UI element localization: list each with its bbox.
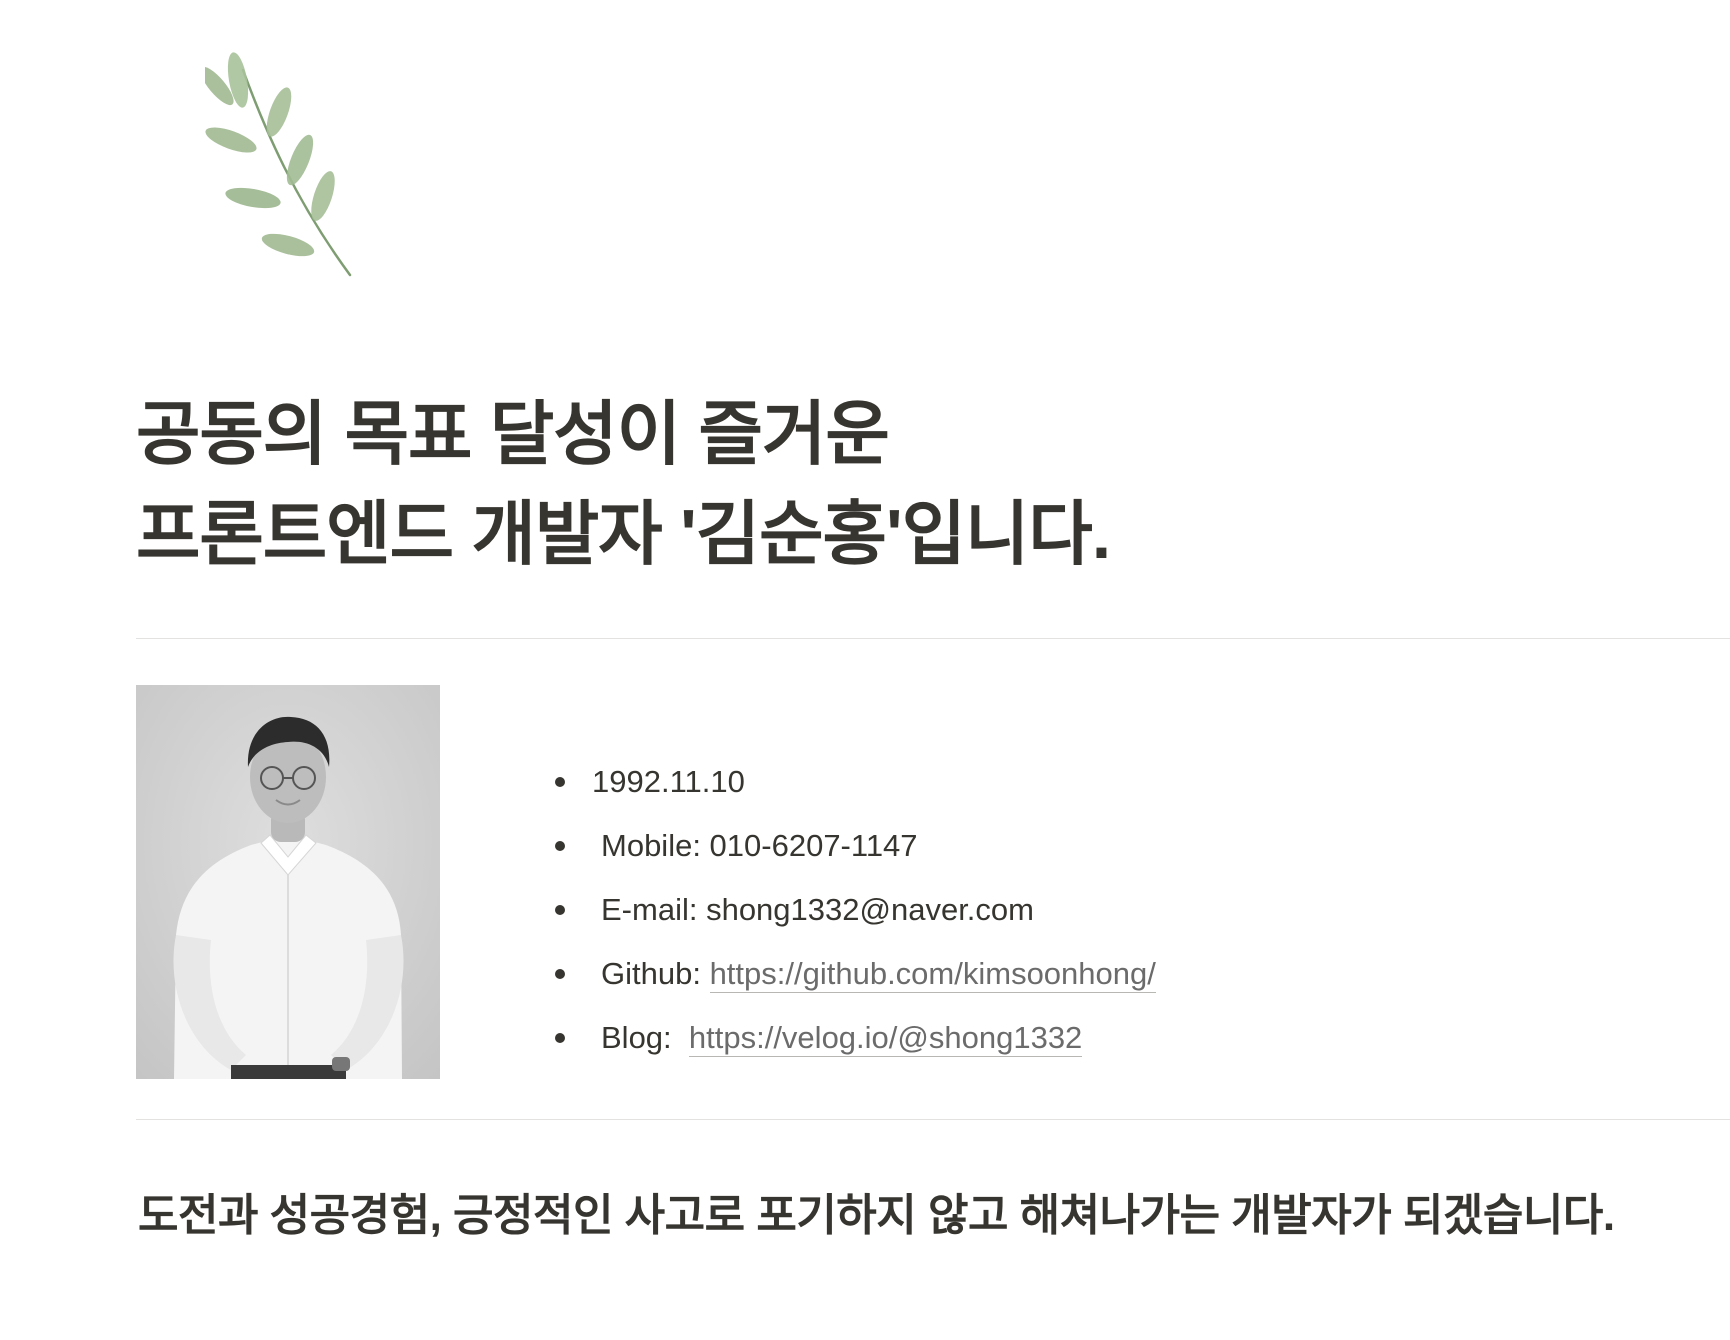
divider-top: [136, 638, 1730, 639]
mobile-value: 010-6207-1147: [709, 828, 918, 863]
email-label: E-mail:: [601, 892, 707, 927]
birthdate-text: 1992.11.10: [592, 764, 745, 799]
divider-bottom: [136, 1119, 1730, 1120]
bullet-icon: [555, 1033, 565, 1043]
page-title-line-1: 공동의 목표 달성이 즐거운: [136, 395, 890, 473]
github-label: Github:: [601, 956, 710, 991]
email-text: E-mail: shong1332@naver.com: [601, 878, 1034, 942]
page-title: 공동의 목표 달성이 즐거운 프론트엔드 개발자 '김순홍'입니다.: [136, 384, 1586, 584]
bullet-icon: [555, 969, 565, 979]
email-value: shong1332@naver.com: [706, 892, 1034, 927]
bullet-icon: [555, 905, 565, 915]
github-link[interactable]: https://github.com/kimsoonhong/: [709, 956, 1156, 993]
page-title-line-2: 프론트엔드 개발자 '김순홍'입니다.: [136, 495, 1111, 573]
resume-page: 공동의 목표 달성이 즐거운 프론트엔드 개발자 '김순홍'입니다. 1992.…: [0, 0, 1730, 1340]
mobile-label: Mobile:: [601, 828, 710, 863]
leaf-branch-icon: [205, 50, 365, 280]
blog-text: Blog: https://velog.io/@shong1332: [601, 1006, 1083, 1070]
github-text: Github: https://github.com/kimsoonhong/: [601, 942, 1156, 1006]
mobile-text: Mobile: 010-6207-1147: [601, 814, 918, 878]
profile-photo: [136, 685, 440, 1079]
bullet-icon: [555, 841, 565, 851]
blog-label: Blog:: [601, 1020, 689, 1055]
tagline: 도전과 성공경험, 긍정적인 사고로 포기하지 않고 해쳐나가는 개발자가 되겠…: [138, 1191, 1615, 1240]
bullet-icon: [555, 777, 565, 787]
blog-link[interactable]: https://velog.io/@shong1332: [688, 1020, 1083, 1057]
